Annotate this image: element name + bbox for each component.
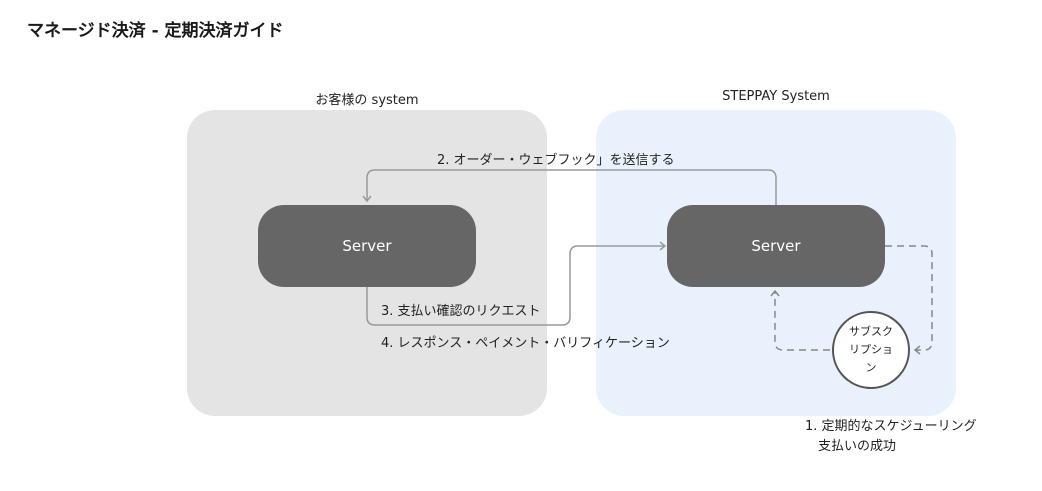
flow-label-step4: 4. レスポンス・ペイメント・バリフィケーション	[381, 336, 670, 351]
customer-server-node: Server	[258, 205, 476, 287]
step1-note: 1. 定期的なスケジューリング 支払いの成功	[805, 417, 977, 457]
connector-dashed-to-server	[770, 289, 830, 351]
flow-label-step3: 3. 支払い確認のリクエスト	[381, 304, 541, 319]
connector-step2-webhook	[362, 169, 777, 205]
subscription-node: サブスクリプション	[832, 311, 910, 389]
steppay-server-node: Server	[667, 205, 885, 287]
flow-label-step2: 2. オーダー・ウェブフック」を送信する	[437, 153, 675, 168]
step1-note-line2: 支払いの成功	[818, 439, 897, 454]
step1-note-line1: 1. 定期的なスケジューリング	[805, 419, 977, 434]
